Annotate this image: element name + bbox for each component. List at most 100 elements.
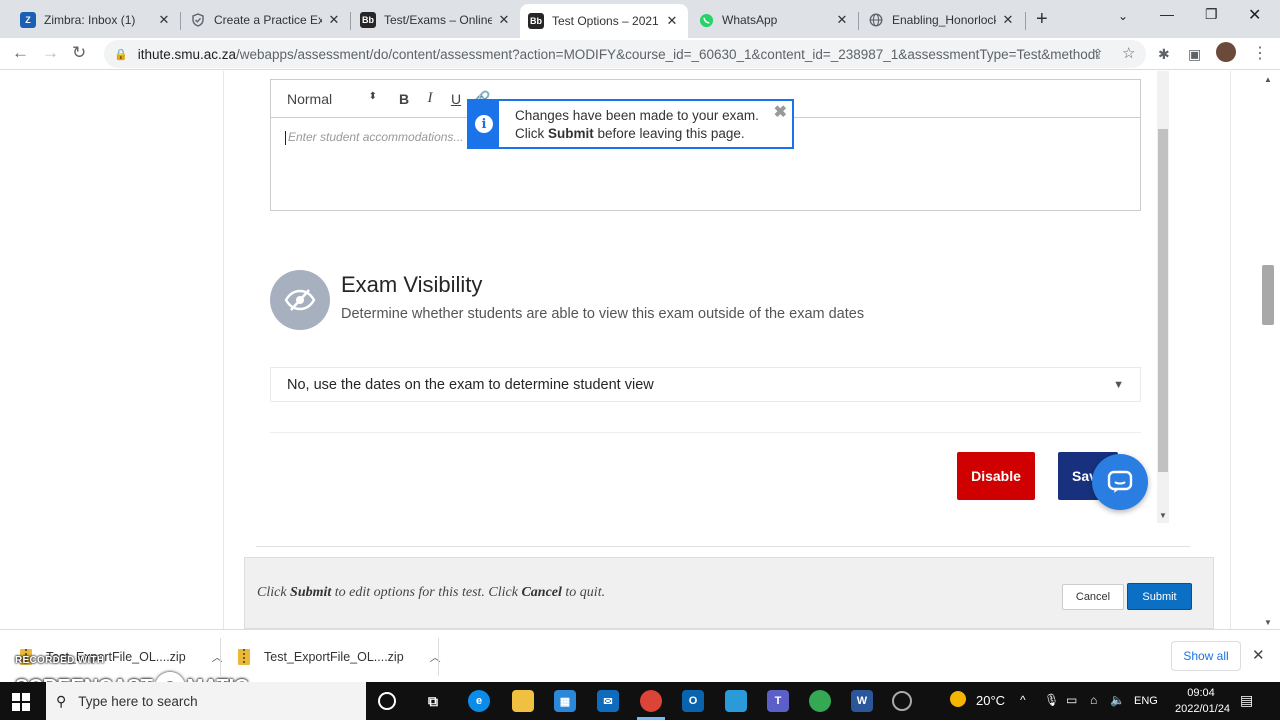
teams-icon[interactable]: T bbox=[767, 690, 789, 712]
submit-bar: Click Submit to edit options for this te… bbox=[244, 557, 1214, 629]
tray-chevron-up-icon[interactable]: ^ bbox=[1020, 693, 1026, 707]
reload-icon[interactable]: ↻ bbox=[72, 43, 86, 63]
tab-title: Create a Practice Exam bbox=[214, 13, 322, 27]
weather-sun-icon bbox=[950, 691, 966, 707]
notifications-icon[interactable]: ▤ bbox=[1240, 692, 1253, 709]
close-icon[interactable]: ✕ bbox=[156, 12, 172, 28]
tab-title: Test/Exams – Online L bbox=[384, 13, 492, 27]
tab-enabling-honorlock[interactable]: Enabling_Honorlock_I ✕ bbox=[860, 6, 1024, 34]
url-text: ithute.smu.ac.za/webapps/assessment/do/c… bbox=[137, 46, 1098, 62]
tab-search-chevron-icon[interactable]: ⌄ bbox=[1118, 9, 1128, 23]
frame-scrollbar-thumb[interactable] bbox=[1158, 129, 1168, 472]
mail-icon[interactable]: ✉ bbox=[597, 690, 619, 712]
page-content: ▲ ▼ Normal ⬍ B I U 🔗 Enter student accomm… bbox=[0, 71, 1280, 629]
windows-start-icon[interactable] bbox=[12, 693, 30, 711]
tab-title: Test Options – 2021 - bbox=[552, 14, 660, 28]
submit-instructions: Click Submit to edit options for this te… bbox=[257, 585, 606, 600]
side-panel-icon[interactable]: ▣ bbox=[1188, 46, 1201, 63]
underline-icon[interactable]: U bbox=[443, 91, 469, 107]
tab-title: Zimbra: Inbox (1) bbox=[44, 13, 136, 27]
chrome-profile-icon[interactable] bbox=[809, 690, 831, 712]
extensions-puzzle-icon[interactable]: ✱ bbox=[1158, 46, 1170, 63]
browser-toolbar: ← → ↻ 🔒 ithute.smu.ac.za/webapps/assessm… bbox=[0, 38, 1280, 70]
exam-visibility-select[interactable]: No, use the dates on the exam to determi… bbox=[270, 367, 1141, 402]
disable-button[interactable]: Disable bbox=[957, 452, 1035, 500]
word-icon[interactable]: W bbox=[851, 690, 873, 712]
chevron-down-icon: ▼ bbox=[1113, 378, 1124, 391]
show-all-downloads-button[interactable]: Show all bbox=[1171, 641, 1241, 671]
close-icon[interactable]: ✕ bbox=[664, 13, 680, 29]
close-icon[interactable]: ✕ bbox=[496, 12, 512, 28]
forward-arrow-icon[interactable]: → bbox=[42, 43, 59, 63]
tab-zimbra[interactable]: Z Zimbra: Inbox (1) ✕ bbox=[12, 6, 180, 34]
new-tab-plus-icon[interactable]: + bbox=[1036, 8, 1048, 31]
cortana-icon[interactable] bbox=[378, 692, 396, 710]
download-item[interactable]: Test_ExportFile_OL....zip ︿ bbox=[238, 630, 441, 683]
network-icon[interactable]: ⌂ bbox=[1090, 693, 1097, 707]
close-icon[interactable]: ✕ bbox=[1000, 12, 1016, 28]
share-icon[interactable]: ⇪ bbox=[1092, 46, 1104, 63]
zip-file-icon bbox=[238, 648, 250, 665]
file-explorer-icon[interactable] bbox=[512, 690, 534, 712]
notice-message: Changes have been made to your exam. Cli… bbox=[515, 108, 759, 141]
chevron-up-icon[interactable]: ︿ bbox=[212, 649, 223, 665]
info-icon: i bbox=[475, 115, 493, 133]
notice-accent-bar: i bbox=[469, 101, 499, 147]
close-icon[interactable]: ✕ bbox=[834, 12, 850, 28]
scroll-down-arrow-icon[interactable]: ▼ bbox=[1264, 618, 1272, 627]
blackboard-favicon-icon: Bb bbox=[360, 12, 376, 28]
divider bbox=[438, 638, 439, 676]
task-view-icon[interactable]: ⧉ bbox=[422, 690, 444, 712]
watermark-caption: RECORDED WITH bbox=[15, 655, 105, 666]
frame-scroll-down-icon[interactable]: ▼ bbox=[1159, 511, 1167, 520]
page-scrollbar-thumb[interactable] bbox=[1262, 265, 1274, 325]
address-bar[interactable]: 🔒 ithute.smu.ac.za/webapps/assessment/do… bbox=[104, 40, 1146, 68]
laptop-app-icon[interactable] bbox=[725, 690, 747, 712]
volume-icon[interactable]: 🔈 bbox=[1110, 693, 1125, 707]
bookmark-star-icon[interactable]: ☆ bbox=[1122, 44, 1135, 62]
close-icon[interactable]: ✕ bbox=[326, 12, 342, 28]
tab-separator bbox=[350, 12, 351, 30]
unsaved-changes-notice: i Changes have been made to your exam. C… bbox=[467, 99, 794, 149]
profile-avatar[interactable] bbox=[1216, 42, 1236, 62]
scroll-up-arrow-icon[interactable]: ▲ bbox=[1264, 75, 1272, 84]
chevron-up-icon[interactable]: ︿ bbox=[430, 649, 441, 665]
bold-icon[interactable]: B bbox=[391, 91, 417, 107]
close-shelf-icon[interactable]: ✕ bbox=[1252, 646, 1265, 664]
exam-visibility-subtitle: Determine whether students are able to v… bbox=[341, 306, 865, 322]
format-select[interactable]: Normal ⬍ bbox=[287, 91, 377, 107]
microphone-icon[interactable]: 🎙 bbox=[1044, 693, 1059, 707]
tab-title: WhatsApp bbox=[722, 13, 778, 27]
tab-title: Enabling_Honorlock_I bbox=[892, 13, 996, 27]
window-close-icon[interactable]: ✕ bbox=[1248, 5, 1261, 25]
italic-icon[interactable]: I bbox=[417, 90, 443, 107]
tab-test-options[interactable]: Bb Test Options – 2021 - ✕ bbox=[520, 4, 688, 38]
menu-kebab-icon[interactable]: ⋮ bbox=[1252, 43, 1268, 63]
system-clock[interactable]: 09:04 2022/01/24 bbox=[1175, 685, 1230, 717]
edge-icon[interactable]: e bbox=[468, 690, 490, 712]
divider bbox=[256, 546, 1190, 547]
tab-whatsapp[interactable]: WhatsApp ✕ bbox=[690, 6, 858, 34]
search-icon: ⚲ bbox=[56, 692, 67, 709]
tab-test-exams[interactable]: Bb Test/Exams – Online L ✕ bbox=[352, 6, 520, 34]
tab-create-practice-exam[interactable]: Create a Practice Exam ✕ bbox=[182, 6, 350, 34]
submit-button[interactable]: Submit bbox=[1127, 583, 1192, 610]
tab-separator bbox=[1025, 12, 1026, 30]
battery-icon[interactable]: ▭ bbox=[1066, 693, 1077, 707]
taskbar-search-input[interactable]: ⚲ Type here to search bbox=[46, 682, 366, 720]
media-app-icon[interactable] bbox=[892, 691, 912, 711]
chat-support-icon[interactable] bbox=[1092, 454, 1148, 510]
temperature-text[interactable]: 20°C bbox=[976, 693, 1005, 708]
outlook-icon[interactable]: O bbox=[682, 690, 704, 712]
store-icon[interactable]: ▦ bbox=[554, 690, 576, 712]
back-arrow-icon[interactable]: ← bbox=[12, 43, 29, 63]
cancel-button[interactable]: Cancel bbox=[1062, 584, 1124, 610]
divider bbox=[270, 432, 1141, 433]
chrome-icon[interactable] bbox=[640, 690, 662, 712]
notice-close-icon[interactable]: ✖ bbox=[774, 102, 787, 122]
language-indicator[interactable]: ENG bbox=[1134, 695, 1158, 707]
restore-icon[interactable]: ❐ bbox=[1205, 6, 1218, 23]
exam-visibility-title: Exam Visibility bbox=[341, 272, 483, 297]
minimize-icon[interactable]: — bbox=[1160, 6, 1174, 22]
left-panel bbox=[0, 71, 224, 629]
